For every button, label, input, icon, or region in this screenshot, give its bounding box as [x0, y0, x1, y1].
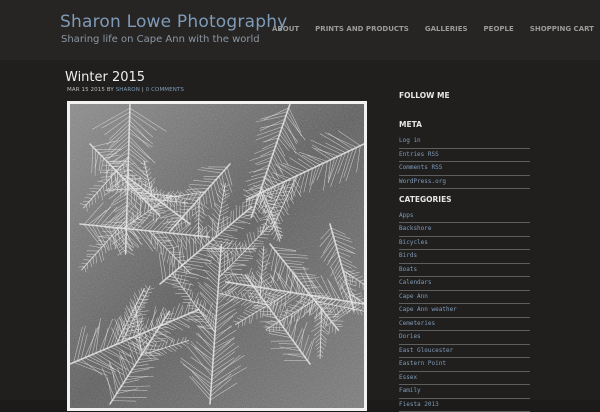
category-link[interactable]: Eastern Point: [399, 358, 530, 372]
category-link[interactable]: East Gloucester: [399, 345, 530, 359]
category-link[interactable]: Essex: [399, 372, 530, 386]
category-link[interactable]: Dories: [399, 331, 530, 345]
category-link[interactable]: Backshore: [399, 223, 530, 237]
site-tagline: Sharing life on Cape Ann with the world: [61, 34, 260, 45]
meta-link-wordpress[interactable]: WordPress.org: [399, 176, 530, 190]
category-link[interactable]: Cape Ann weather: [399, 304, 530, 318]
post-comments-link[interactable]: 0 COMMENTS: [146, 87, 184, 93]
nav-item-galleries[interactable]: GALLERIES: [417, 25, 476, 33]
post-date: MAR 15 2015: [67, 87, 105, 93]
nav-item-shopping-cart[interactable]: SHOPPING CART: [522, 25, 600, 33]
widget-title-follow: FOLLOW ME: [399, 91, 450, 100]
nav-item-about[interactable]: ABOUT: [264, 25, 307, 33]
frost-crystal-photo[interactable]: [70, 104, 364, 408]
category-link[interactable]: Birds: [399, 250, 530, 264]
meta-list: Log in Entries RSS Comments RSS WordPres…: [399, 135, 530, 189]
meta-link-comments-rss[interactable]: Comments RSS: [399, 162, 530, 176]
category-link[interactable]: Bicycles: [399, 237, 530, 251]
site-title[interactable]: Sharon Lowe Photography: [60, 12, 287, 32]
widget-title-categories: CATEGORIES: [399, 195, 452, 204]
category-link[interactable]: Cape Ann: [399, 291, 530, 305]
category-link[interactable]: Calendars: [399, 277, 530, 291]
category-link[interactable]: Fiesta 2013: [399, 399, 530, 412]
widget-title-meta: META: [399, 120, 422, 129]
site-header: Sharon Lowe Photography Sharing life on …: [0, 0, 600, 60]
meta-separator: |: [142, 87, 144, 93]
main-nav: ABOUT PRINTS AND PRODUCTS GALLERIES PEOP…: [264, 25, 600, 33]
post-photo-frame: [67, 101, 367, 411]
post-title[interactable]: Winter 2015: [65, 70, 145, 85]
category-link[interactable]: Family: [399, 385, 530, 399]
post-by: BY: [107, 87, 114, 93]
frost-crystal-image: [70, 104, 364, 408]
category-link[interactable]: Cemeteries: [399, 318, 530, 332]
categories-list: Apps Backshore Bicycles Birds Boats Cale…: [399, 210, 530, 412]
meta-link-login[interactable]: Log in: [399, 135, 530, 149]
meta-link-entries-rss[interactable]: Entries RSS: [399, 149, 530, 163]
category-link[interactable]: Apps: [399, 210, 530, 224]
nav-item-people[interactable]: PEOPLE: [476, 25, 522, 33]
nav-item-prints-and-products[interactable]: PRINTS AND PRODUCTS: [307, 25, 417, 33]
post-author-link[interactable]: SHARON: [116, 87, 140, 93]
post-meta: MAR 15 2015 BY SHARON | 0 COMMENTS: [67, 87, 184, 93]
category-link[interactable]: Boats: [399, 264, 530, 278]
